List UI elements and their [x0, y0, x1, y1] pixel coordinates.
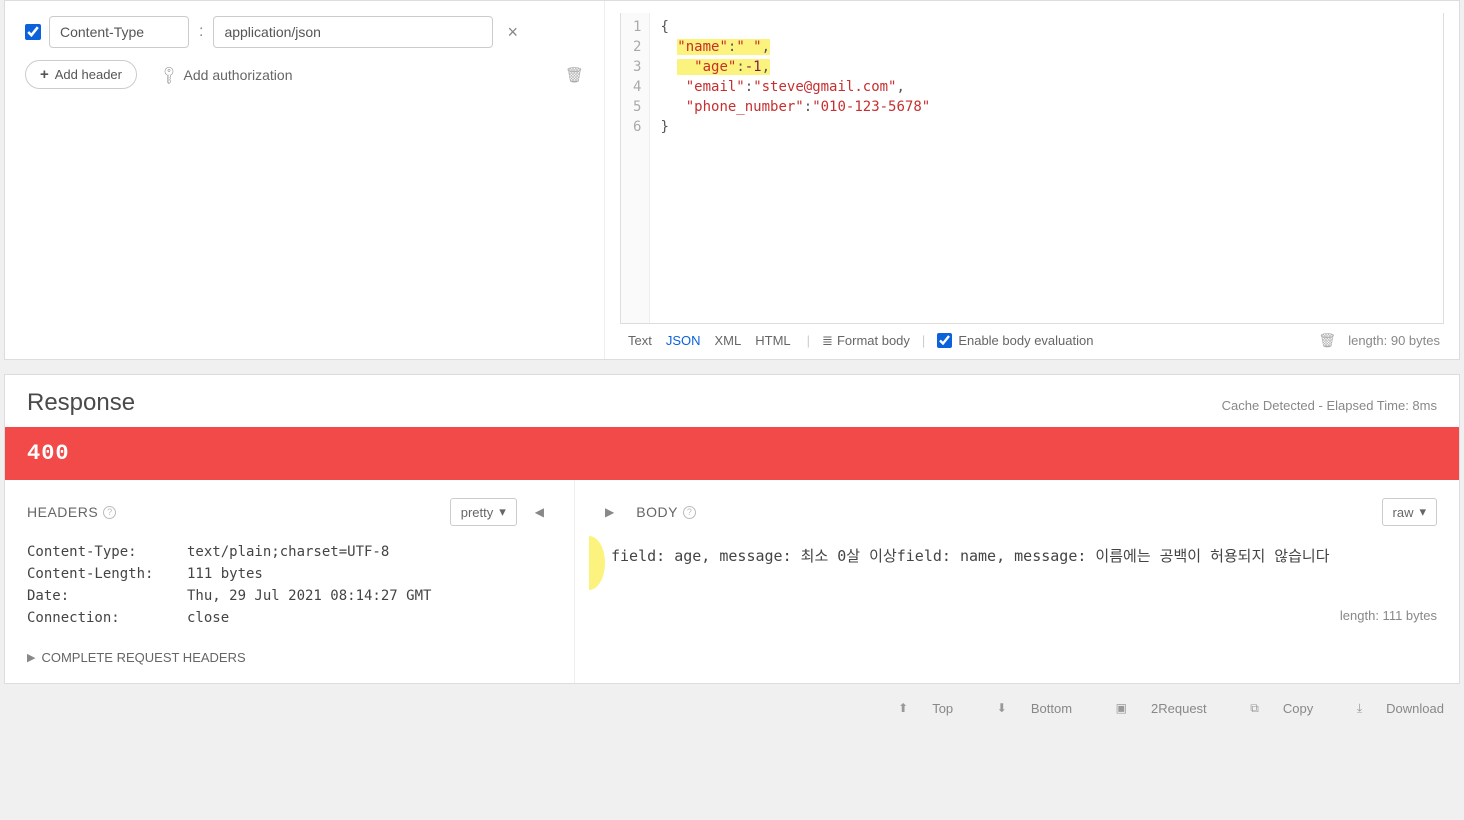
format-icon: ≣ [822, 333, 833, 349]
collapse-right-icon[interactable]: ▶ [597, 505, 622, 519]
copy-button[interactable]: ⧉Copy [1230, 701, 1313, 716]
response-panel: Response Cache Detected - Elapsed Time: … [4, 374, 1460, 684]
header-entry: Content-Type:text/plain;charset=UTF-8 [27, 544, 552, 560]
status-bar: 400 [5, 427, 1459, 480]
request-icon: ▣ [1116, 701, 1127, 715]
response-body-section: ▶ BODY ? raw ▾ field: age, message: 최소 0… [575, 480, 1459, 683]
add-auth-label: Add authorization [184, 67, 293, 83]
editor-toolbar: Text JSON XML HTML | ≣ Format body | Ena… [620, 324, 1444, 351]
tab-html[interactable]: HTML [751, 333, 794, 348]
body-title: BODY [636, 504, 678, 520]
footer-toolbar: ⬆︎Top ⬇︎Bottom ▣2Request ⧉Copy ⤓Download [0, 688, 1464, 728]
header-enabled-checkbox[interactable] [25, 24, 41, 40]
tab-text[interactable]: Text [624, 333, 656, 348]
download-button[interactable]: ⤓Download [1337, 701, 1444, 716]
complete-request-headers-toggle[interactable]: ▶ COMPLETE REQUEST HEADERS [27, 650, 552, 665]
help-icon[interactable]: ? [103, 506, 116, 519]
copy-icon: ⧉ [1250, 701, 1259, 716]
tab-xml[interactable]: XML [711, 333, 746, 348]
request-panel: : × + Add header 🔑︎ Add authorization 🗑︎… [4, 0, 1460, 360]
add-header-button[interactable]: + Add header [25, 60, 137, 89]
chevron-down-icon: ▾ [499, 504, 506, 520]
headers-view-selector[interactable]: pretty ▾ [450, 498, 517, 526]
header-entry: Content-Length:111 bytes [27, 566, 552, 582]
key-icon: 🔑︎ [158, 63, 181, 86]
headers-title: HEADERS [27, 504, 98, 520]
body-column: 1 2 3 4 5 6 { "name":" ", "age":-1, "ema… [605, 1, 1459, 359]
header-value-input[interactable] [213, 16, 493, 48]
enable-body-eval-checkbox[interactable] [937, 333, 952, 348]
response-body-text: field: age, message: 최소 0살 이상field: name… [597, 544, 1437, 568]
plus-icon: + [40, 67, 49, 82]
response-header: Response Cache Detected - Elapsed Time: … [5, 375, 1459, 427]
collapse-left-icon[interactable]: ◀ [527, 505, 552, 519]
header-entry: Connection:close [27, 610, 552, 626]
clear-headers-button[interactable]: 🗑︎ [565, 66, 584, 84]
headers-table: Content-Type:text/plain;charset=UTF-8 Co… [27, 544, 552, 626]
colon-label: : [197, 23, 205, 41]
headers-column: : × + Add header 🔑︎ Add authorization 🗑︎ [5, 1, 605, 359]
header-row: : × [25, 16, 584, 48]
add-header-label: Add header [55, 67, 122, 82]
to-request-button[interactable]: ▣2Request [1096, 701, 1207, 716]
download-icon: ⤓ [1357, 701, 1362, 716]
format-body-button[interactable]: ≣ Format body [822, 333, 910, 349]
arrow-up-icon: ⬆︎ [898, 701, 908, 715]
chevron-down-icon: ▾ [1419, 504, 1426, 520]
response-headers-section: HEADERS ? pretty ▾ ◀ Content-Type:text/p… [5, 480, 575, 683]
tab-json[interactable]: JSON [662, 333, 705, 348]
body-view-selector[interactable]: raw ▾ [1382, 498, 1437, 526]
body-length-label: length: 90 bytes [1348, 333, 1440, 348]
chevron-right-icon: ▶ [27, 651, 35, 664]
response-title: Response [27, 389, 135, 417]
remove-header-button[interactable]: × [501, 22, 524, 43]
enable-body-eval[interactable]: Enable body evaluation [937, 333, 1093, 348]
help-icon[interactable]: ? [683, 506, 696, 519]
response-length-label: length: 111 bytes [597, 608, 1437, 623]
body-editor[interactable]: 1 2 3 4 5 6 { "name":" ", "age":-1, "ema… [620, 13, 1444, 324]
scroll-bottom-button[interactable]: ⬇︎Bottom [977, 701, 1072, 716]
add-authorization-button[interactable]: 🔑︎ Add authorization [161, 67, 292, 83]
editor-gutter: 1 2 3 4 5 6 [621, 13, 650, 323]
response-meta: Cache Detected - Elapsed Time: 8ms [1222, 398, 1437, 413]
header-entry: Date:Thu, 29 Jul 2021 08:14:27 GMT [27, 588, 552, 604]
header-actions: + Add header 🔑︎ Add authorization 🗑︎ [25, 60, 584, 89]
header-key-input[interactable] [49, 16, 189, 48]
arrow-down-icon: ⬇︎ [997, 701, 1007, 715]
editor-content[interactable]: { "name":" ", "age":-1, "email":"steve@g… [650, 13, 940, 323]
clear-body-button[interactable]: 🗑︎ [1312, 332, 1342, 349]
scroll-top-button[interactable]: ⬆︎Top [878, 701, 953, 716]
